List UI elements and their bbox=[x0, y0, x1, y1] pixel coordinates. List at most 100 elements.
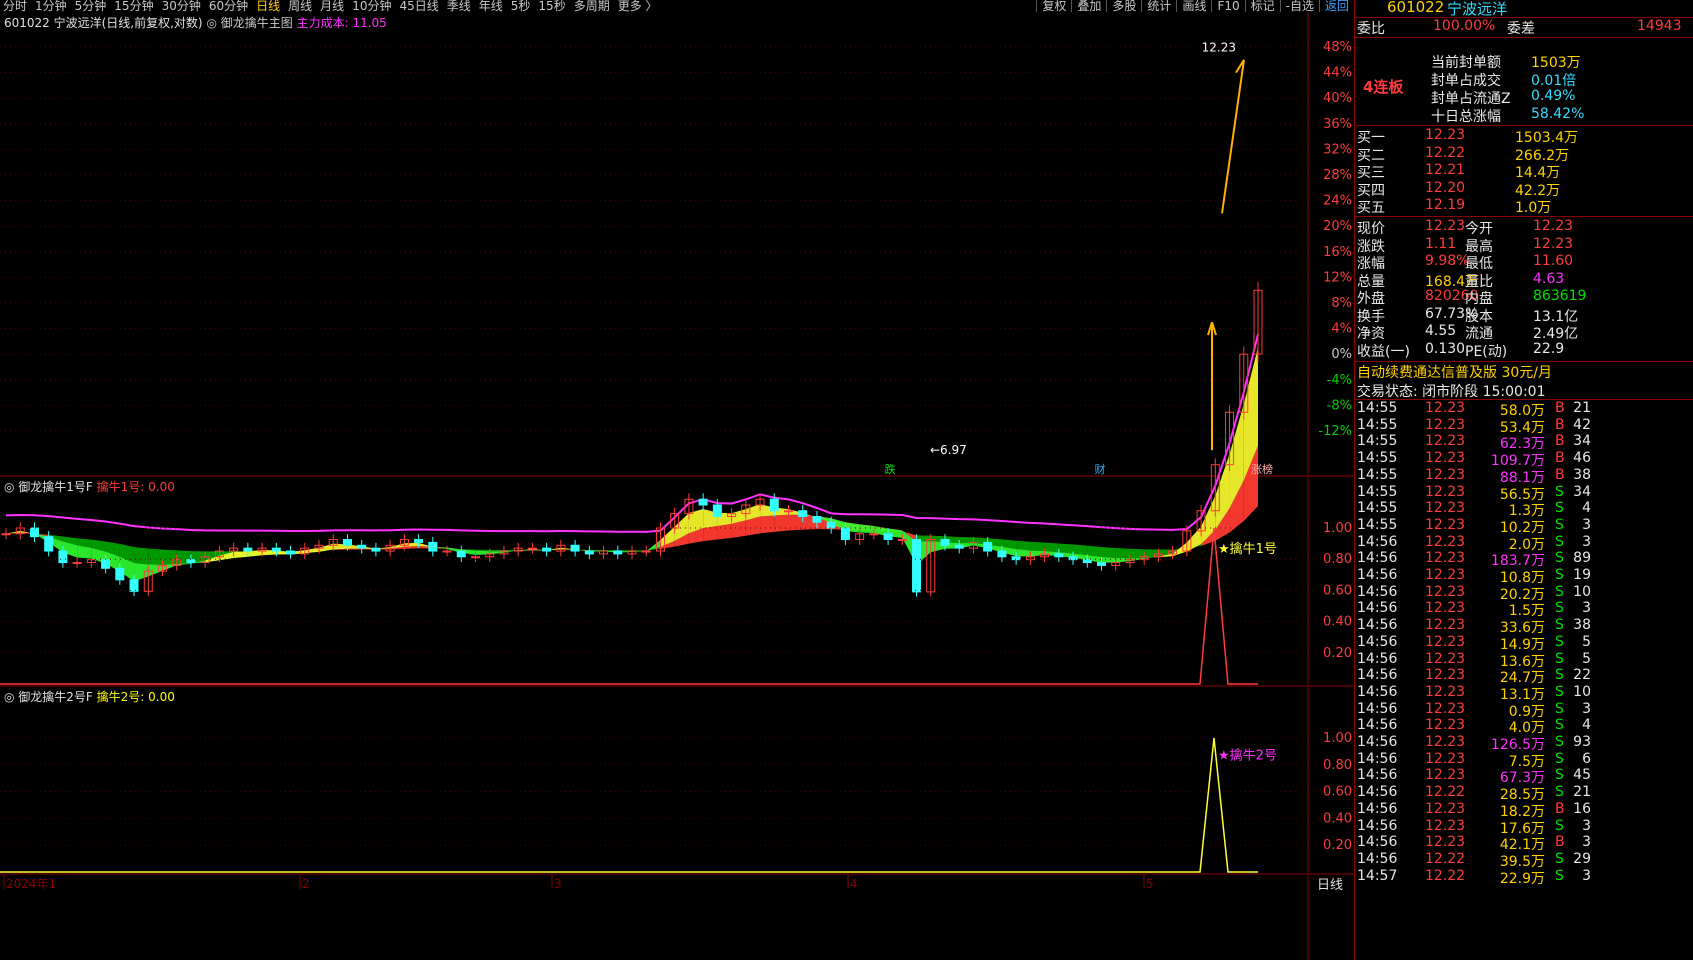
quote-value: 12.23 bbox=[1425, 218, 1466, 234]
x-tick: 3 bbox=[554, 877, 562, 891]
candle-body bbox=[456, 550, 466, 558]
candle-body bbox=[243, 547, 253, 552]
tick-time: 14:56 bbox=[1357, 817, 1398, 834]
seal-label: 封单占成交 bbox=[1431, 73, 1501, 89]
tick-side: B bbox=[1555, 466, 1565, 483]
candle-body bbox=[997, 550, 1007, 558]
fast-band-segment bbox=[646, 539, 661, 552]
quote-value-2: 863619 bbox=[1533, 288, 1587, 304]
quote-value: 67.73% bbox=[1425, 305, 1479, 322]
tick-time: 14:56 bbox=[1357, 683, 1398, 700]
period-label: 日线 bbox=[1317, 878, 1343, 893]
tick-price: 12.23 bbox=[1425, 416, 1466, 433]
period-tab-15[interactable]: 多周期 bbox=[574, 0, 610, 12]
period-tab-6[interactable]: 日线 bbox=[256, 0, 280, 12]
tool-button-1[interactable]: 叠加 bbox=[1071, 0, 1106, 12]
period-tab-3[interactable]: 15分钟 bbox=[114, 0, 153, 12]
tick-price: 12.23 bbox=[1425, 767, 1466, 784]
quote-value: 0.130 bbox=[1425, 340, 1466, 357]
signal-line bbox=[0, 737, 1258, 873]
tick-count: 42 bbox=[1573, 416, 1591, 433]
tool-button-3[interactable]: 统计 bbox=[1141, 0, 1176, 12]
tick-time: 14:55 bbox=[1357, 466, 1398, 483]
tool-button-6[interactable]: 标记 bbox=[1244, 0, 1280, 12]
candle-body bbox=[115, 567, 125, 581]
period-tab-12[interactable]: 年线 bbox=[479, 0, 503, 12]
tick-side: S bbox=[1555, 700, 1564, 717]
main-y-tick: 36% bbox=[1323, 117, 1352, 132]
kline-chart[interactable]: 48% 44% 40% 36% 32% 28% 24% 20% 16% 12% 8% 4% 0% -4% -… bbox=[0, 12, 1354, 960]
candle-body bbox=[1082, 559, 1092, 564]
sub-y-tick: 0.60 bbox=[1323, 785, 1352, 800]
tick-side: S bbox=[1555, 617, 1564, 634]
period-tab-4[interactable]: 30分钟 bbox=[162, 0, 201, 12]
tick-price: 12.23 bbox=[1425, 834, 1466, 851]
tick-count: 5 bbox=[1582, 633, 1591, 650]
tick-time: 14:56 bbox=[1357, 633, 1398, 650]
quote-value-2: 4.63 bbox=[1533, 270, 1565, 287]
tick-time: 14:56 bbox=[1357, 567, 1398, 583]
trend-band-segment bbox=[774, 514, 789, 532]
seal-value: 58.42% bbox=[1531, 106, 1585, 122]
trend-band-segment bbox=[1073, 544, 1088, 556]
main-y-tick: 48% bbox=[1323, 40, 1352, 55]
sub-y-tick: 1.00 bbox=[1323, 731, 1352, 746]
sub-y-tick: 0.80 bbox=[1323, 758, 1352, 773]
tool-button-8[interactable]: 返回 bbox=[1318, 0, 1354, 12]
period-tab-5[interactable]: 60分钟 bbox=[209, 0, 248, 12]
period-tab-7[interactable]: 周线 bbox=[288, 0, 312, 12]
x-tick: 4 bbox=[850, 877, 858, 891]
period-tab-14[interactable]: 15秒 bbox=[538, 0, 565, 12]
tick-count: 3 bbox=[1582, 817, 1591, 834]
candle-body bbox=[869, 533, 879, 536]
period-tab-8[interactable]: 月线 bbox=[320, 0, 344, 12]
tick-side: S bbox=[1555, 667, 1564, 684]
tick-count: 10 bbox=[1573, 583, 1591, 600]
tick-price: 12.23 bbox=[1425, 700, 1466, 717]
period-tab-13[interactable]: 5秒 bbox=[511, 0, 531, 12]
tick-count: 6 bbox=[1582, 750, 1591, 767]
sub1-mark: ★擒牛1号 bbox=[1218, 541, 1277, 557]
seal-label: 当前封单额 bbox=[1431, 55, 1501, 71]
tick-side: S bbox=[1555, 717, 1564, 734]
quote-value: 820260 bbox=[1425, 288, 1479, 304]
stock-code: 601022 bbox=[1387, 0, 1445, 16]
tick-count: 34 bbox=[1573, 483, 1591, 500]
period-tab-2[interactable]: 5分钟 bbox=[75, 0, 107, 12]
candle-body bbox=[442, 550, 452, 553]
tool-button-2[interactable]: 多股 bbox=[1106, 0, 1141, 12]
tick-price: 12.23 bbox=[1425, 750, 1466, 767]
tick-price: 12.23 bbox=[1425, 500, 1466, 517]
period-tab-16[interactable]: 更多 〉 bbox=[618, 0, 658, 12]
tick-time: 14:56 bbox=[1357, 800, 1398, 817]
tool-button-4[interactable]: 画线 bbox=[1176, 0, 1211, 12]
main-y-tick: 20% bbox=[1323, 219, 1352, 234]
tick-time: 14:56 bbox=[1357, 717, 1398, 734]
tick-price: 12.23 bbox=[1425, 817, 1466, 834]
candle-body bbox=[44, 536, 54, 552]
candle-body bbox=[1, 533, 11, 536]
tick-time: 14:56 bbox=[1357, 750, 1398, 767]
tick-side: S bbox=[1555, 500, 1564, 517]
tick-count: 45 bbox=[1573, 767, 1591, 784]
period-tab-11[interactable]: 季线 bbox=[447, 0, 471, 12]
candle-body bbox=[641, 550, 651, 553]
quote-value-2: 12.23 bbox=[1533, 235, 1574, 252]
fast-band-segment bbox=[233, 551, 248, 559]
period-tab-9[interactable]: 10分钟 bbox=[352, 0, 391, 12]
period-tab-1[interactable]: 1分钟 bbox=[35, 0, 67, 12]
tick-price: 12.23 bbox=[1425, 466, 1466, 483]
tick-side: S bbox=[1555, 767, 1564, 784]
tool-button-0[interactable]: 复权 bbox=[1036, 0, 1071, 12]
trend-band-segment bbox=[347, 548, 362, 550]
tool-button-7[interactable]: -自选 bbox=[1279, 0, 1319, 12]
candle-body bbox=[1011, 556, 1021, 561]
period-tab-0[interactable]: 分时 bbox=[3, 0, 27, 12]
candle-body bbox=[983, 541, 993, 552]
trend-band-segment bbox=[589, 549, 604, 551]
sub-y-tick: 0.20 bbox=[1323, 646, 1352, 661]
tool-button-5[interactable]: F10 bbox=[1211, 0, 1244, 12]
period-tab-10[interactable]: 45日线 bbox=[399, 0, 438, 12]
fast-band-segment bbox=[859, 524, 874, 534]
tick-time: 14:55 bbox=[1357, 500, 1398, 517]
